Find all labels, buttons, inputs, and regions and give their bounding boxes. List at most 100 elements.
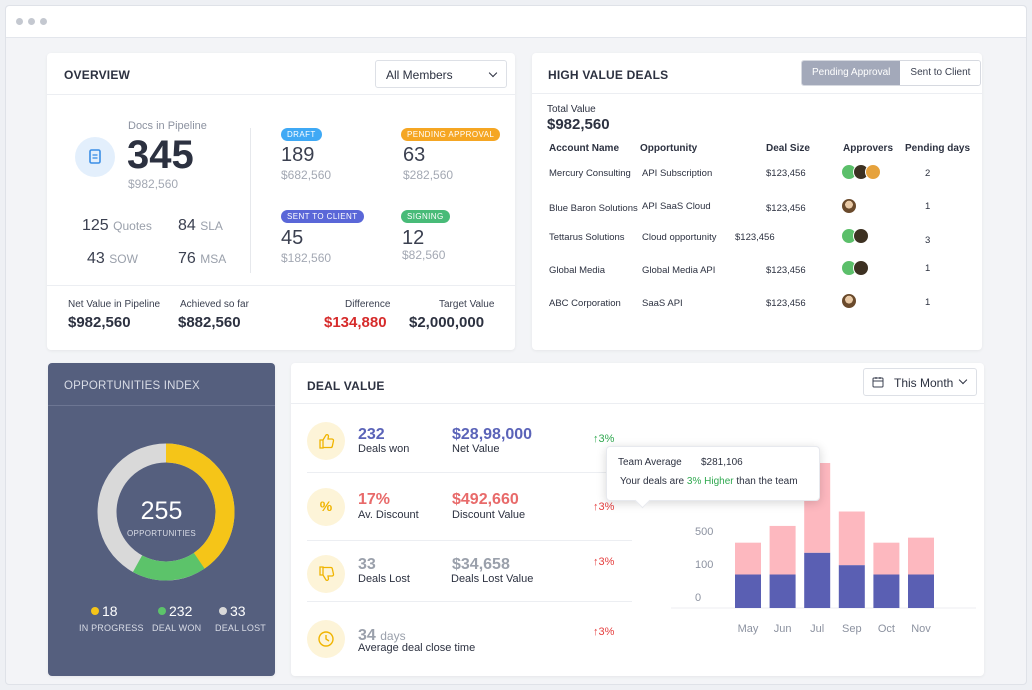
divider — [47, 94, 515, 95]
table-row-deal-size: $123,456 — [735, 232, 775, 243]
opportunities-index-card: OPPORTUNITIES INDEX 255 OPPORTUNITIES 18… — [48, 363, 275, 676]
docs-count: 345 — [127, 133, 194, 177]
bar-segment-lower[interactable] — [735, 574, 761, 609]
deals-won-trend-value: 3% — [598, 433, 615, 445]
approver-avatar[interactable] — [841, 293, 857, 309]
table-row-account: Tettarus Solutions — [549, 232, 625, 243]
table-row-pending-days: 3 — [925, 235, 931, 246]
target-value: $2,000,000 — [409, 314, 485, 331]
bar-segment-lower[interactable] — [804, 552, 831, 608]
approver-avatar[interactable] — [853, 260, 869, 276]
bar-segment-lower[interactable] — [908, 574, 934, 609]
legend-in-progress: 18 — [91, 603, 118, 621]
sla-label: SLA — [200, 219, 223, 233]
divider — [532, 93, 982, 94]
members-dropdown-label: All Members — [386, 68, 453, 82]
docs-value: $982,560 — [128, 177, 179, 191]
status-badge-sent-to-client: SENT TO CLIENT — [281, 210, 364, 223]
table-row-deal-size: $123,456 — [766, 203, 806, 214]
msa-label: MSA — [200, 252, 227, 266]
legend-deal-lost-count: 33 — [230, 603, 246, 619]
bar-segment-upper[interactable] — [769, 525, 796, 575]
tab-sent-to-client[interactable]: Sent to Client — [900, 61, 981, 85]
col-header-opportunity: Opportunity — [640, 143, 698, 154]
legend-in-progress-count: 18 — [102, 603, 118, 619]
col-header-account: Account Name — [549, 143, 620, 154]
divider — [307, 472, 632, 473]
table-row-opportunity: API Subscription — [642, 168, 713, 179]
deals-lost-trend-value: 3% — [598, 556, 615, 568]
deals-lost-count: 33 — [358, 556, 376, 573]
table-row-account: ABC Corporation — [549, 298, 621, 309]
x-tick-label: Sep — [842, 623, 862, 635]
msa-stat: 76 MSA — [178, 250, 226, 268]
chevron-down-icon — [958, 375, 968, 385]
status-badge-draft: DRAFT — [281, 128, 322, 141]
tab-pending-approval[interactable]: Pending Approval — [802, 61, 901, 85]
bar-segment-upper[interactable] — [735, 542, 761, 575]
sent-to-client-value: $182,560 — [281, 251, 332, 265]
legend-dot — [91, 607, 99, 615]
docs-in-pipeline-label: Docs in Pipeline — [128, 120, 207, 132]
discount-trend-value: 3% — [598, 501, 615, 513]
tooltip-prefix: Your deals are — [620, 476, 685, 487]
signing-count: 12 — [402, 227, 425, 249]
table-row-pending-days: 1 — [925, 297, 931, 308]
bar-segment-lower[interactable] — [838, 565, 865, 608]
table-row-account: Mercury Consulting — [549, 168, 631, 179]
members-dropdown[interactable]: All Members — [375, 60, 507, 88]
divider — [307, 601, 632, 602]
table-row-pending-days: 1 — [925, 263, 931, 274]
high-value-deals-title: HIGH VALUE DEALS — [548, 68, 669, 82]
discount-value-amount: $492,660 — [452, 491, 519, 508]
window-dot — [40, 18, 47, 25]
sow-label: SOW — [109, 252, 138, 266]
bar-segment-upper[interactable] — [908, 537, 934, 575]
tooltip-highlight: 3% Higher — [686, 476, 734, 487]
document-icon — [75, 137, 115, 177]
opportunities-index-title: OPPORTUNITIES INDEX — [64, 380, 200, 392]
bar-segment-upper[interactable] — [838, 511, 865, 566]
total-value-label: Total Value — [547, 104, 596, 115]
difference-value: $134,880 — [324, 314, 387, 331]
bar-segment-lower[interactable] — [873, 574, 900, 609]
x-tick-label: Jun — [773, 623, 792, 635]
overview-card: OVERVIEW All Members Docs in Pipeline 34… — [47, 53, 515, 350]
achieved-value: $882,560 — [178, 314, 241, 331]
deals-won-label: Deals won — [358, 443, 410, 455]
divider — [291, 403, 984, 404]
window-dot — [16, 18, 23, 25]
bar-segment-upper[interactable] — [873, 542, 900, 575]
legend-dot — [158, 607, 166, 615]
col-header-deal-size: Deal Size — [766, 143, 810, 154]
table-row-deal-size: $123,456 — [766, 265, 806, 276]
approver-avatar[interactable] — [841, 198, 857, 214]
window-dot — [28, 18, 35, 25]
opportunities-total: 255 — [140, 497, 183, 525]
team-average-tooltip: Team Average $281,106 Your deals are 3% … — [606, 446, 820, 501]
deal-value-title: DEAL VALUE — [307, 379, 385, 393]
window-titlebar — [6, 6, 1026, 38]
legend-deal-lost: 33 — [219, 603, 246, 621]
bar-segment-lower[interactable] — [769, 574, 796, 609]
period-dropdown[interactable]: This Month — [863, 368, 977, 396]
approver-avatar[interactable] — [865, 164, 881, 180]
high-value-deals-card: HIGH VALUE DEALS Pending Approval Sent t… — [532, 53, 982, 350]
divider — [250, 128, 251, 273]
approver-avatar[interactable] — [853, 228, 869, 244]
net-value: $982,560 — [68, 314, 131, 331]
tooltip-comparison: Your deals are 3% Higher than the team — [620, 476, 798, 487]
total-value: $982,560 — [547, 116, 610, 133]
tooltip-value: $281,106 — [701, 457, 743, 468]
deals-tab-group: Pending Approval Sent to Client — [801, 60, 982, 86]
legend-in-progress-label: IN PROGRESS — [79, 623, 144, 633]
net-value-label: Net Value in Pipeline — [68, 299, 161, 310]
x-tick-label: Nov — [911, 623, 931, 635]
sow-count: 43 — [87, 250, 105, 267]
signing-value: $82,560 — [402, 248, 446, 262]
difference-label: Difference — [345, 299, 391, 310]
av-discount-value: 17% — [358, 491, 391, 508]
table-row-deal-size: $123,456 — [766, 168, 806, 179]
achieved-label: Achieved so far — [180, 299, 249, 310]
deals-lost-trend: ↑3% — [593, 556, 614, 568]
